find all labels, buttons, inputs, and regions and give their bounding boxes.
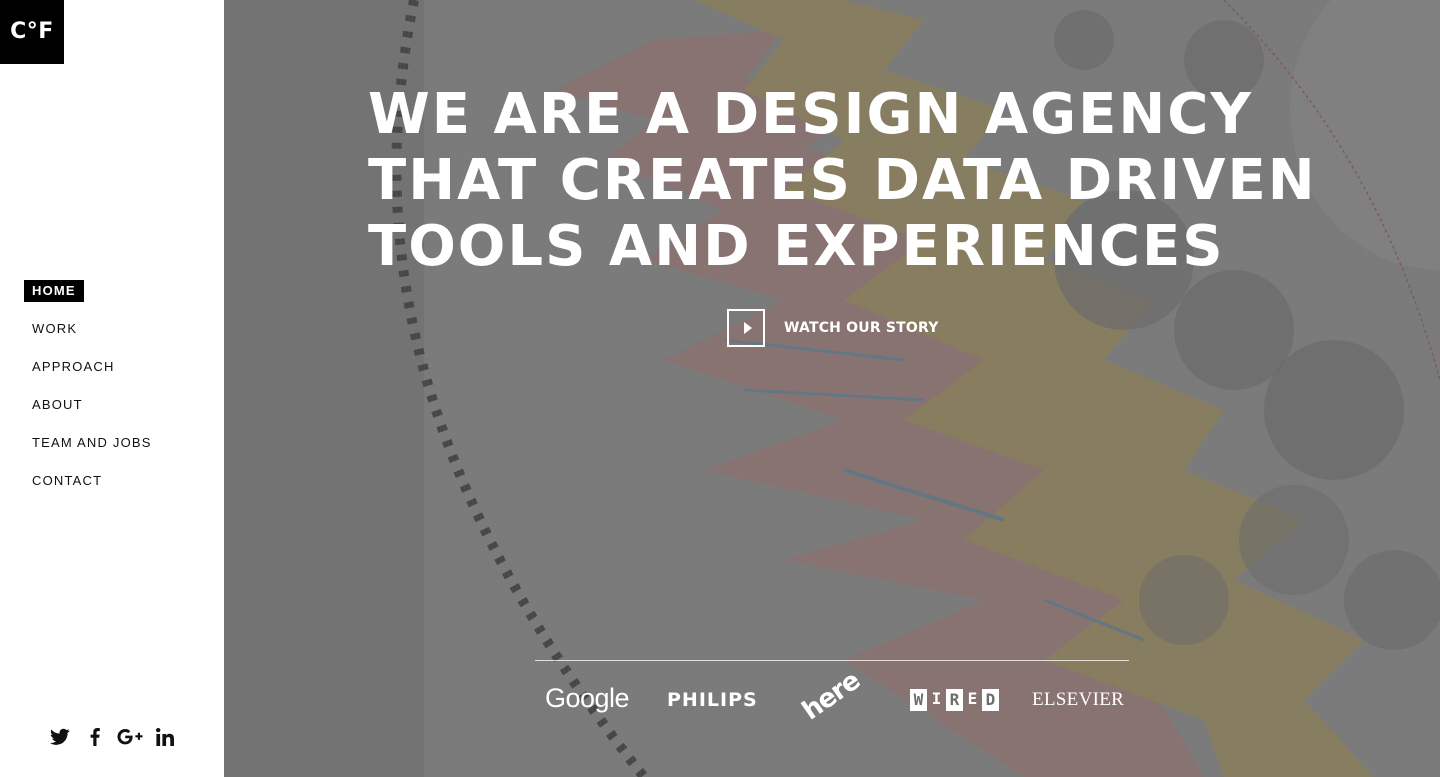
elsevier-logo: ELSEVIER (1032, 689, 1125, 710)
facebook-icon[interactable] (77, 728, 112, 752)
hero-title-line-1: WE ARE A DESIGN AGENCY (368, 82, 1253, 147)
hero: WE ARE A DESIGN AGENCY THAT CREATES DATA… (224, 0, 1440, 777)
watch-story-button[interactable]: WATCH OUR STORY (727, 309, 939, 347)
hero-title-line-3: TOOLS AND EXPERIENCES (368, 214, 1225, 279)
google-plus-icon[interactable] (112, 728, 147, 752)
hero-title: WE ARE A DESIGN AGENCY THAT CREATES DATA… (368, 82, 1348, 280)
google-logo: Google (545, 683, 630, 713)
linkedin-icon[interactable] (147, 728, 182, 752)
watch-story-label: WATCH OUR STORY (784, 320, 939, 336)
nav-item-contact[interactable]: CONTACT (24, 470, 110, 492)
logo[interactable]: C°F (0, 0, 64, 64)
nav-item-approach[interactable]: APPROACH (24, 356, 123, 378)
philips-logo: PHILIPS (667, 689, 758, 711)
client-logos: Google PHILIPS here W I R E D ELSEVIER (535, 660, 1129, 740)
nav-item-about[interactable]: ABOUT (24, 394, 91, 416)
twitter-icon[interactable] (42, 728, 77, 752)
hero-title-line-2: THAT CREATES DATA DRIVEN (368, 148, 1317, 213)
here-logo: here (796, 665, 866, 727)
play-icon[interactable] (727, 309, 765, 347)
nav-item-home[interactable]: HOME (24, 280, 84, 302)
sidebar: C°F HOME WORK APPROACH ABOUT TEAM AND JO… (0, 0, 224, 777)
nav-item-work[interactable]: WORK (24, 318, 85, 340)
nav-item-team-and-jobs[interactable]: TEAM AND JOBS (24, 432, 160, 454)
wired-logo: W I R E D (910, 689, 999, 711)
main-nav: HOME WORK APPROACH ABOUT TEAM AND JOBS C… (24, 280, 160, 508)
social-links (42, 728, 182, 752)
